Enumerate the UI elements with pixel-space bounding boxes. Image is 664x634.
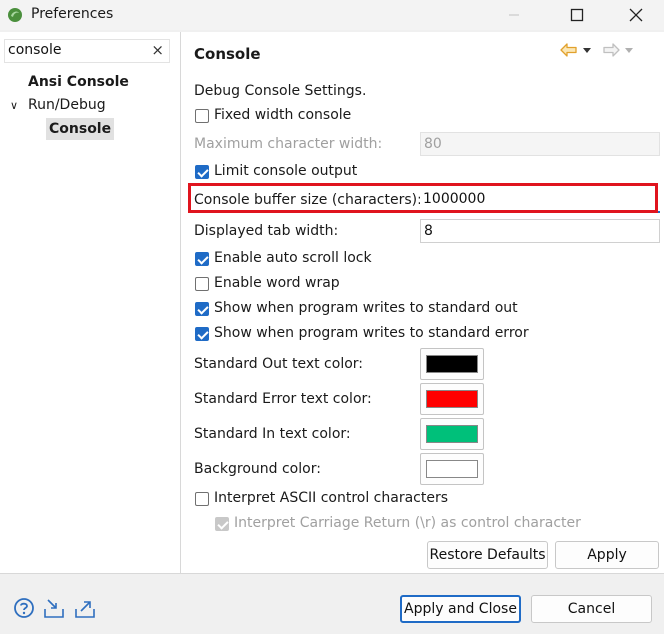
max-char-width-input: [424, 136, 644, 152]
eclipse-app-icon: [8, 8, 22, 22]
stdin-color-swatch: [426, 425, 478, 443]
help-icon[interactable]: [13, 597, 35, 619]
cancel-button[interactable]: Cancel: [531, 595, 652, 623]
show-stdout-checkbox[interactable]: [195, 302, 209, 316]
background-color-button[interactable]: [420, 453, 484, 485]
auto-scroll-label[interactable]: Enable auto scroll lock: [214, 250, 372, 266]
fixed-width-checkbox[interactable]: [195, 109, 209, 123]
stdin-color-button[interactable]: [420, 418, 484, 450]
stdout-color-button[interactable]: [420, 348, 484, 380]
tree-item-run-debug[interactable]: ∨ Run/Debug: [10, 97, 106, 113]
stderr-color-label: Standard Error text color:: [194, 391, 372, 407]
apply-and-close-button[interactable]: Apply and Close: [400, 595, 521, 623]
carriage-return-label: Interpret Carriage Return (\r) as contro…: [234, 515, 581, 531]
chevron-down-icon[interactable]: ∨: [10, 99, 28, 112]
apply-button[interactable]: Apply: [555, 541, 659, 569]
restore-defaults-button[interactable]: Restore Defaults: [427, 541, 548, 569]
stderr-color-swatch: [426, 390, 478, 408]
fixed-width-label[interactable]: Fixed width console: [214, 107, 351, 123]
minimize-button[interactable]: [491, 0, 537, 30]
back-menu-chevron-icon[interactable]: [582, 45, 592, 55]
ascii-control-checkbox[interactable]: [195, 492, 209, 506]
title-bar: Preferences: [0, 0, 664, 30]
stderr-color-button[interactable]: [420, 383, 484, 415]
stdout-color-label: Standard Out text color:: [194, 356, 363, 372]
word-wrap-label[interactable]: Enable word wrap: [214, 275, 340, 291]
maximize-button[interactable]: [554, 0, 600, 30]
page-title: Console: [194, 45, 261, 63]
max-char-width-field: [420, 132, 660, 156]
tab-width-input[interactable]: [424, 223, 644, 239]
limit-output-checkbox[interactable]: [195, 165, 209, 179]
tab-width-field[interactable]: [420, 219, 660, 243]
limit-output-label[interactable]: Limit console output: [214, 163, 357, 179]
word-wrap-checkbox[interactable]: [195, 277, 209, 291]
stdout-color-swatch: [426, 355, 478, 373]
page-navigation: [560, 43, 634, 57]
show-stderr-checkbox[interactable]: [195, 327, 209, 341]
window-title: Preferences: [31, 6, 114, 22]
filter-field[interactable]: ×: [4, 39, 170, 63]
tree-item-ansi-console[interactable]: Ansi Console: [28, 74, 129, 90]
section-label: Debug Console Settings.: [194, 83, 367, 99]
stdin-color-label: Standard In text color:: [194, 426, 351, 442]
forward-arrow-icon[interactable]: [602, 43, 620, 57]
footer-divider: [0, 573, 664, 574]
filter-input[interactable]: [8, 42, 146, 58]
preferences-navigation: × Ansi Console ∨Run/Debug Console: [0, 32, 180, 573]
ascii-control-label[interactable]: Interpret ASCII control characters: [214, 490, 448, 506]
maximize-icon: [570, 8, 584, 22]
close-icon: [629, 8, 643, 22]
tree-item-console[interactable]: Console: [46, 118, 115, 140]
close-window-button[interactable]: [613, 0, 659, 30]
minimize-icon: [509, 14, 519, 16]
highlight-box: [188, 183, 658, 213]
carriage-return-checkbox: [215, 517, 229, 531]
tab-width-label: Displayed tab width:: [194, 223, 339, 239]
back-arrow-icon[interactable]: [560, 43, 578, 57]
clear-filter-icon[interactable]: ×: [151, 41, 164, 59]
background-color-swatch: [426, 460, 478, 478]
background-color-label: Background color:: [194, 461, 321, 477]
tree-item-label: Run/Debug: [28, 97, 106, 113]
max-char-width-label: Maximum character width:: [194, 136, 383, 152]
show-stdout-label[interactable]: Show when program writes to standard out: [214, 300, 518, 316]
import-icon[interactable]: [43, 597, 65, 619]
export-icon[interactable]: [74, 597, 96, 619]
show-stderr-label[interactable]: Show when program writes to standard err…: [214, 325, 529, 341]
forward-menu-chevron-icon[interactable]: [624, 45, 634, 55]
auto-scroll-checkbox[interactable]: [195, 252, 209, 266]
console-preference-page: Console Debug Console Settings. Fixed wi…: [181, 32, 664, 573]
